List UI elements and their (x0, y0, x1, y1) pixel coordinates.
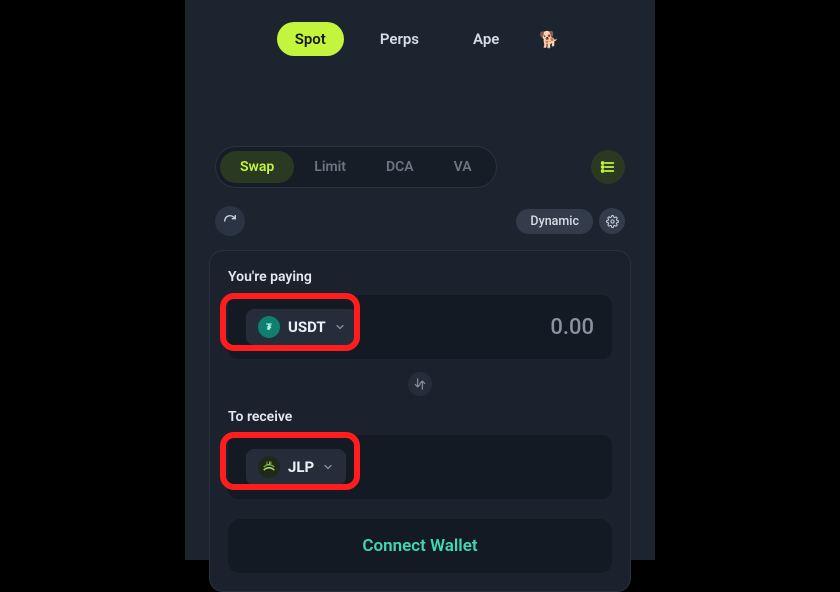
receive-row: LP JLP (228, 435, 612, 499)
topnav-item-ape[interactable]: Ape (455, 22, 517, 56)
dynamic-pill[interactable]: Dynamic (516, 209, 593, 234)
usdt-icon: ₮ (258, 316, 280, 338)
chevron-down-icon (322, 461, 334, 473)
chevron-down-icon (334, 321, 346, 333)
topnav-item-spot[interactable]: Spot (277, 22, 344, 56)
list-icon (600, 159, 616, 175)
dynamic-group: Dynamic (516, 208, 625, 234)
swap-card: You're paying ₮ USDT 0.00 To receive (209, 250, 631, 592)
refresh-icon (223, 214, 237, 228)
mode-tab-limit[interactable]: Limit (294, 151, 366, 183)
receive-token-selector[interactable]: LP JLP (246, 449, 346, 485)
pay-token-selector[interactable]: ₮ USDT (246, 309, 358, 345)
mode-tab-va[interactable]: VA (434, 151, 492, 183)
pay-token-symbol: USDT (288, 318, 326, 336)
topnav-ape-emoji[interactable]: 🐕 (535, 26, 563, 53)
app-panel: Spot Perps Ape 🐕 Swap Limit DCA VA Dyn (185, 0, 655, 560)
settings-button[interactable] (599, 208, 625, 234)
pay-amount[interactable]: 0.00 (550, 315, 594, 340)
receive-token-symbol: JLP (288, 458, 314, 476)
svg-text:LP: LP (266, 461, 271, 467)
svg-text:₮: ₮ (266, 322, 272, 333)
mode-tab-dca[interactable]: DCA (366, 151, 434, 183)
receive-label: To receive (228, 409, 612, 425)
swap-direction-button[interactable] (405, 369, 435, 399)
refresh-button[interactable] (215, 206, 245, 236)
swap-vertical-icon (413, 377, 427, 391)
control-row: Dynamic (185, 206, 655, 236)
connect-wallet-button[interactable]: Connect Wallet (228, 519, 612, 573)
top-nav: Spot Perps Ape 🐕 (185, 0, 655, 76)
mode-row: Swap Limit DCA VA (185, 146, 655, 188)
mode-tabs: Swap Limit DCA VA (215, 146, 497, 188)
pay-row: ₮ USDT 0.00 (228, 295, 612, 359)
gear-icon (606, 215, 619, 228)
list-view-button[interactable] (591, 150, 625, 184)
mode-tab-swap[interactable]: Swap (220, 151, 294, 183)
pay-label: You're paying (228, 269, 612, 285)
jlp-icon: LP (258, 456, 280, 478)
topnav-item-perps[interactable]: Perps (362, 22, 437, 56)
